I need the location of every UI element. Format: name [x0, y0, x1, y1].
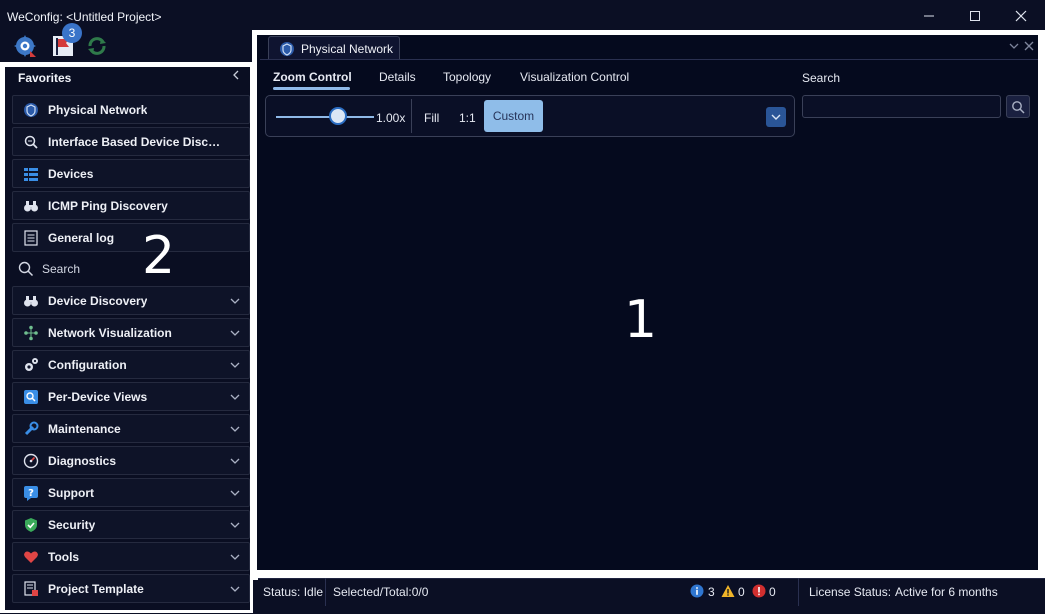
sidebar-search[interactable]: Search — [18, 261, 80, 277]
warning-count[interactable]: 0 — [738, 585, 745, 599]
group-support[interactable]: ? Support — [12, 478, 250, 507]
error-icon — [752, 584, 766, 598]
search-icon — [18, 261, 34, 277]
close-icon — [1015, 10, 1027, 22]
status-separator — [798, 578, 799, 606]
favorites-header: Favorites — [18, 71, 72, 85]
group-diagnostics[interactable]: Diagnostics — [12, 446, 250, 475]
group-tools[interactable]: Tools — [12, 542, 250, 571]
close-icon — [1024, 41, 1034, 51]
chevron-down-icon — [230, 298, 240, 304]
license-label: License Status: — [809, 585, 892, 599]
magnifier-icon — [22, 133, 40, 151]
status-text: Status: Idle — [263, 585, 324, 599]
help-icon: ? — [22, 484, 40, 502]
chevron-left-icon — [233, 70, 239, 80]
license-value: Active for 6 months — [895, 585, 998, 599]
error-count[interactable]: 0 — [769, 585, 776, 599]
subtab-topology[interactable]: Topology — [443, 70, 491, 84]
group-security[interactable]: Security — [12, 510, 250, 539]
group-per-device-views[interactable]: Per-Device Views — [12, 382, 250, 411]
binoculars-icon — [22, 197, 40, 215]
gears-icon — [22, 356, 40, 374]
info-icon — [690, 584, 704, 598]
zoom-slider[interactable] — [276, 116, 374, 118]
refresh-icon — [88, 37, 106, 55]
zoom-value: 1.00x — [376, 111, 406, 125]
grid-icon — [22, 165, 40, 183]
minimize-button[interactable] — [906, 0, 952, 32]
binoculars-icon — [22, 292, 40, 310]
collapse-sidebar-button[interactable] — [231, 69, 241, 84]
gauge-icon — [22, 452, 40, 470]
close-window-button[interactable] — [998, 0, 1044, 32]
notification-badge: 3 — [62, 23, 82, 43]
chevron-down-icon — [230, 522, 240, 528]
favorite-general-log[interactable]: General log — [12, 223, 250, 252]
tab-list-button[interactable] — [1008, 40, 1020, 55]
physical-network-icon — [22, 101, 40, 119]
maximize-icon — [970, 11, 980, 21]
favorite-icmp-ping[interactable]: ICMP Ping Discovery — [12, 191, 250, 220]
group-maintenance[interactable]: Maintenance — [12, 414, 250, 443]
zoom-separator — [411, 99, 412, 133]
chevron-down-icon — [230, 458, 240, 464]
tab-physical-network[interactable]: Physical Network — [268, 36, 400, 60]
search-button[interactable] — [1006, 95, 1030, 118]
close-tab-button[interactable] — [1023, 40, 1035, 55]
template-icon — [22, 580, 40, 598]
svg-text:?: ? — [28, 488, 34, 499]
sidebar-search-label: Search — [42, 262, 81, 276]
area-label-2: 2 — [142, 226, 176, 286]
settings-gear-icon — [14, 35, 36, 57]
group-configuration[interactable]: Configuration — [12, 350, 250, 379]
chevron-down-icon — [230, 586, 240, 592]
chevron-down-icon — [230, 330, 240, 336]
favorite-devices[interactable]: Devices — [12, 159, 250, 188]
selected-total: Selected/Total:0/0 — [333, 585, 429, 599]
minimize-icon — [924, 15, 934, 17]
settings-gear-button[interactable] — [13, 34, 37, 58]
maximize-button[interactable] — [952, 0, 998, 32]
wrench-icon — [22, 420, 40, 438]
search-label: Search — [802, 71, 841, 85]
zoom-dropdown-button[interactable] — [766, 107, 786, 127]
status-separator — [325, 578, 326, 606]
group-project-template[interactable]: Project Template — [12, 574, 250, 603]
refresh-button[interactable] — [85, 34, 109, 58]
warning-icon — [721, 584, 735, 598]
zoom-fill-button[interactable]: Fill — [424, 111, 439, 125]
chevron-down-icon — [230, 490, 240, 496]
area-label-1: 1 — [624, 290, 658, 350]
log-icon — [22, 229, 40, 247]
search-icon — [1012, 100, 1025, 114]
window-title: WeConfig: <Untitled Project> — [7, 10, 162, 24]
subtab-visualization-control[interactable]: Visualization Control — [520, 70, 629, 84]
chevron-down-icon — [1009, 43, 1019, 49]
chevron-down-icon — [230, 426, 240, 432]
chevron-down-icon — [771, 114, 781, 120]
device-view-icon — [22, 388, 40, 406]
favorite-interface-discovery[interactable]: Interface Based Device Discovery — [12, 127, 250, 156]
subtab-details[interactable]: Details — [379, 70, 416, 84]
favorite-physical-network[interactable]: Physical Network — [12, 95, 250, 124]
search-input[interactable] — [802, 95, 1001, 118]
shield-icon — [22, 516, 40, 534]
physical-network-icon — [280, 41, 294, 56]
chevron-down-icon — [230, 362, 240, 368]
info-count[interactable]: 3 — [708, 585, 715, 599]
zoom-one-to-one-button[interactable]: 1:1 — [459, 111, 476, 125]
group-device-discovery[interactable]: Device Discovery — [12, 286, 250, 315]
tab-divider — [260, 59, 1038, 60]
subtab-zoom-control[interactable]: Zoom Control — [273, 70, 352, 84]
network-icon — [22, 324, 40, 342]
zoom-custom-button[interactable]: Custom — [484, 100, 543, 132]
heart-icon — [22, 548, 40, 566]
chevron-down-icon — [230, 554, 240, 560]
active-subtab-indicator — [273, 87, 350, 90]
zoom-slider-thumb[interactable] — [329, 107, 347, 125]
group-network-visualization[interactable]: Network Visualization — [12, 318, 250, 347]
chevron-down-icon — [230, 394, 240, 400]
